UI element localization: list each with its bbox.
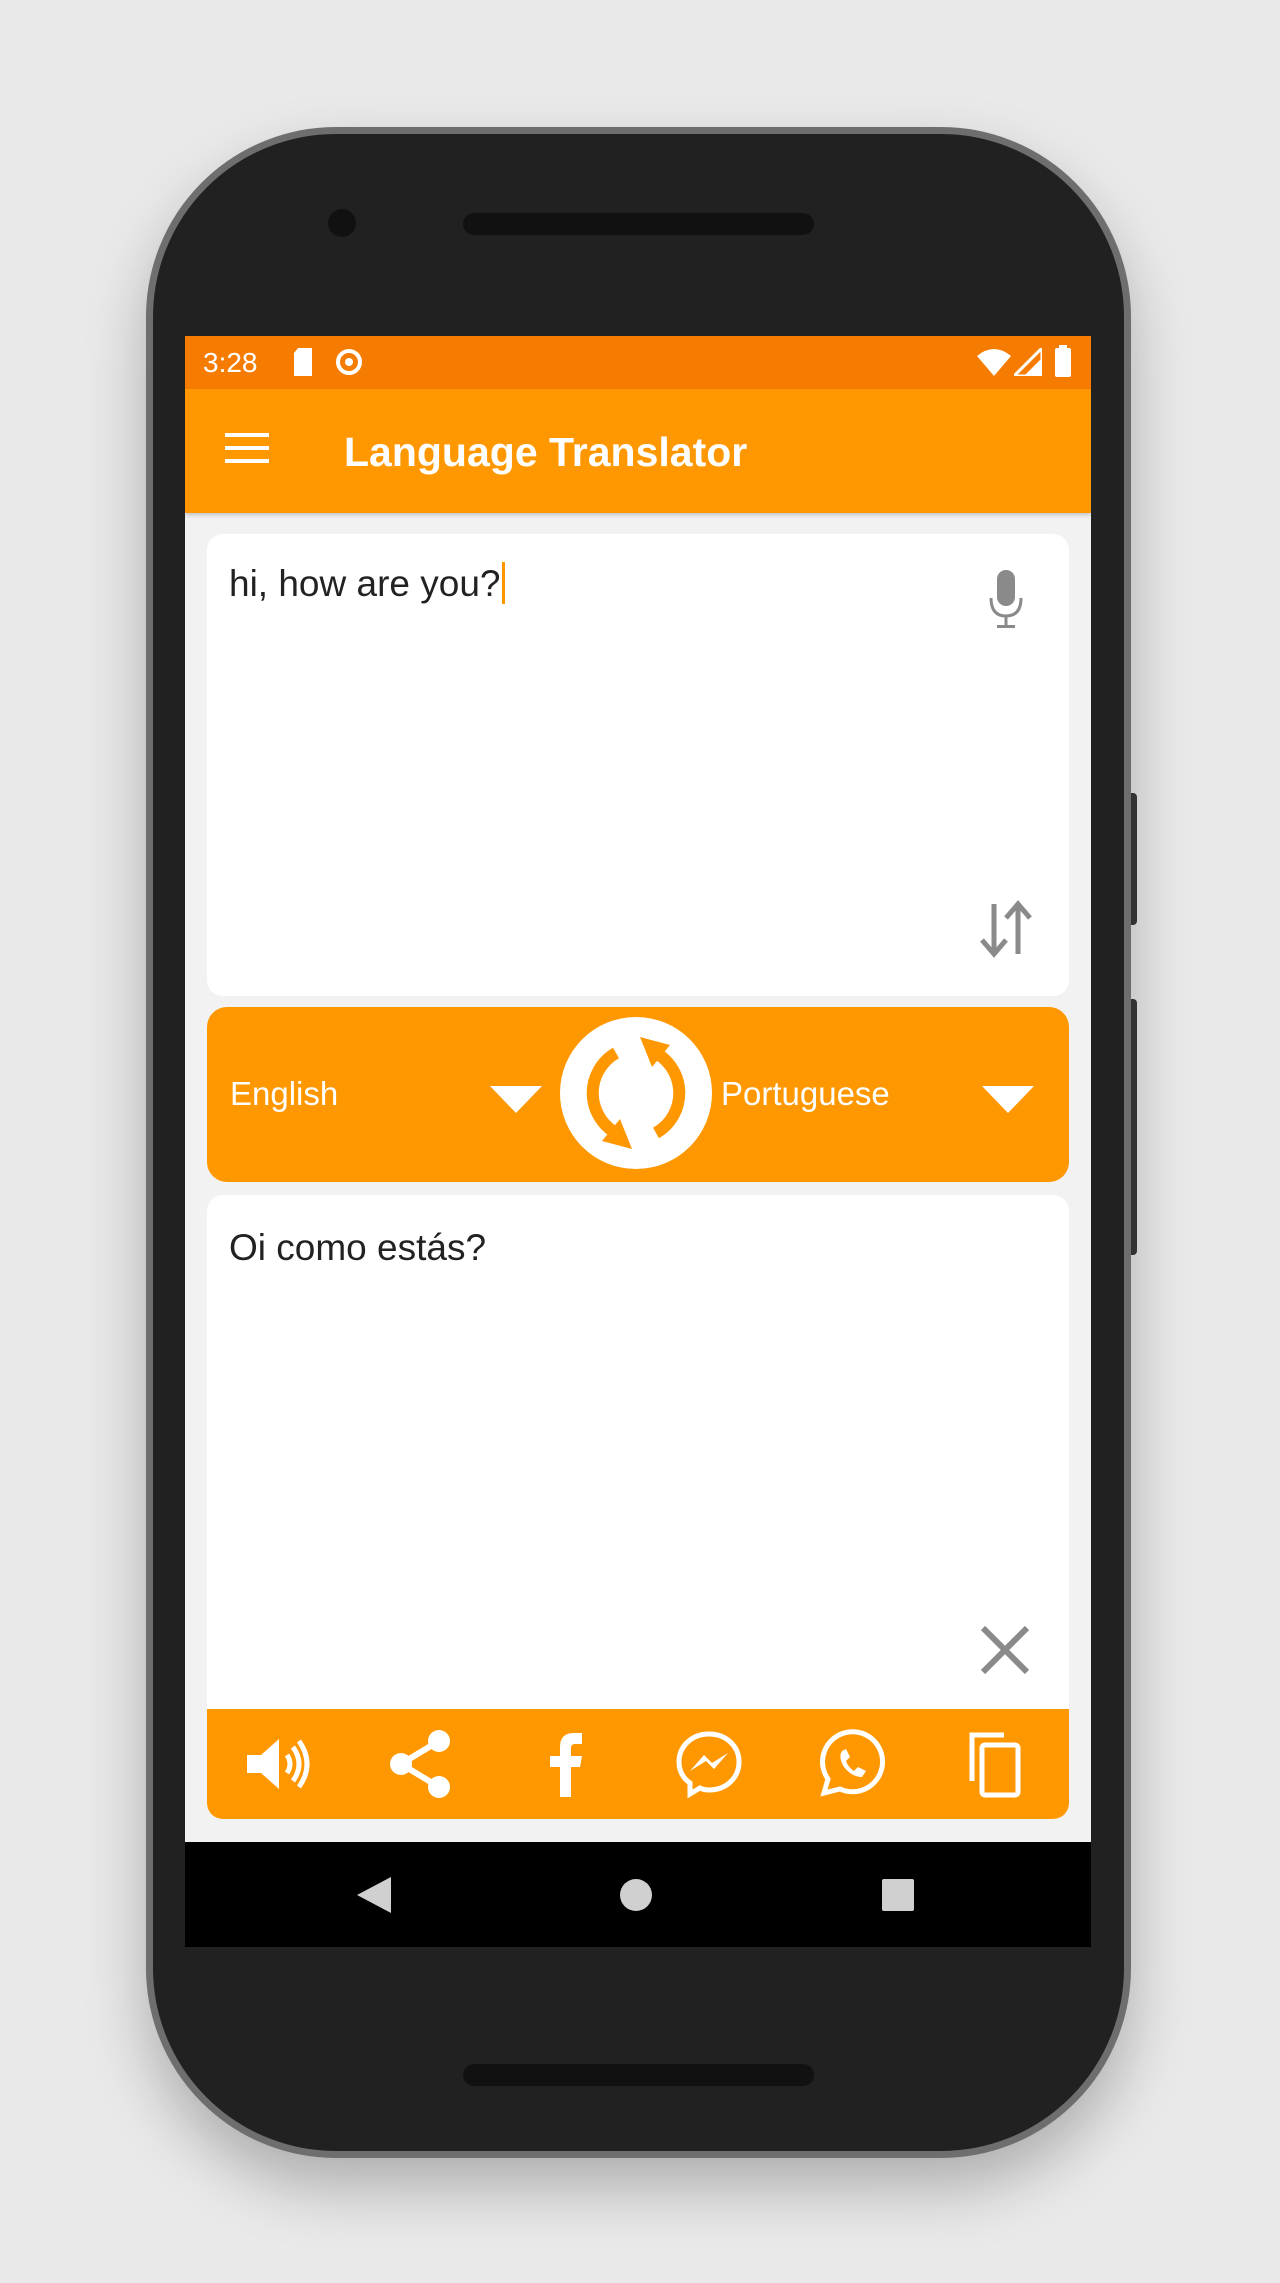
app-notification-icon — [336, 349, 362, 375]
whatsapp-icon[interactable] — [818, 1729, 888, 1799]
input-text-field[interactable]: hi, how are you? — [229, 562, 505, 605]
recents-icon[interactable] — [882, 1879, 914, 1911]
swap-languages-button[interactable] — [560, 1017, 712, 1169]
share-icon[interactable] — [387, 1729, 457, 1799]
swap-vertical-icon[interactable] — [978, 900, 1034, 958]
status-time: 3:28 — [203, 347, 258, 378]
front-camera — [328, 209, 356, 237]
facebook-icon[interactable] — [530, 1729, 600, 1799]
app-bar: Language Translator — [185, 389, 1091, 513]
bottom-speaker — [463, 2064, 814, 2086]
messenger-icon[interactable] — [674, 1729, 744, 1799]
speaker-icon[interactable] — [243, 1729, 313, 1799]
text-cursor — [501, 562, 505, 604]
source-language-dropdown-icon[interactable] — [490, 1086, 542, 1113]
microphone-icon[interactable] — [988, 570, 1024, 630]
wifi-icon — [977, 349, 1011, 376]
home-icon[interactable] — [620, 1879, 652, 1911]
screen: 3:28 Language Translator hi, how are you… — [185, 336, 1091, 1947]
swap-languages-icon — [586, 1037, 686, 1149]
back-icon[interactable] — [357, 1877, 391, 1913]
app-title: Language Translator — [344, 429, 748, 475]
close-icon[interactable] — [980, 1625, 1030, 1675]
signal-icon — [1014, 348, 1042, 376]
target-language-dropdown-icon[interactable] — [982, 1086, 1034, 1113]
navigation-bar — [185, 1842, 1091, 1947]
target-language-label[interactable]: Portuguese — [721, 1075, 890, 1113]
status-bar: 3:28 — [185, 336, 1091, 389]
hamburger-menu-icon[interactable] — [225, 433, 269, 465]
sd-card-icon — [294, 348, 312, 376]
copy-icon[interactable] — [962, 1729, 1032, 1799]
source-language-label[interactable]: English — [230, 1075, 338, 1113]
action-bar — [207, 1709, 1069, 1819]
top-speaker — [463, 213, 814, 235]
input-text: hi, how are you? — [229, 563, 501, 604]
output-card: Oi como estás? — [207, 1195, 1069, 1819]
battery-icon — [1055, 345, 1071, 377]
language-selector-bar: English Portuguese — [207, 1007, 1069, 1182]
output-text: Oi como estás? — [229, 1227, 487, 1268]
input-card[interactable]: hi, how are you? — [207, 534, 1069, 996]
